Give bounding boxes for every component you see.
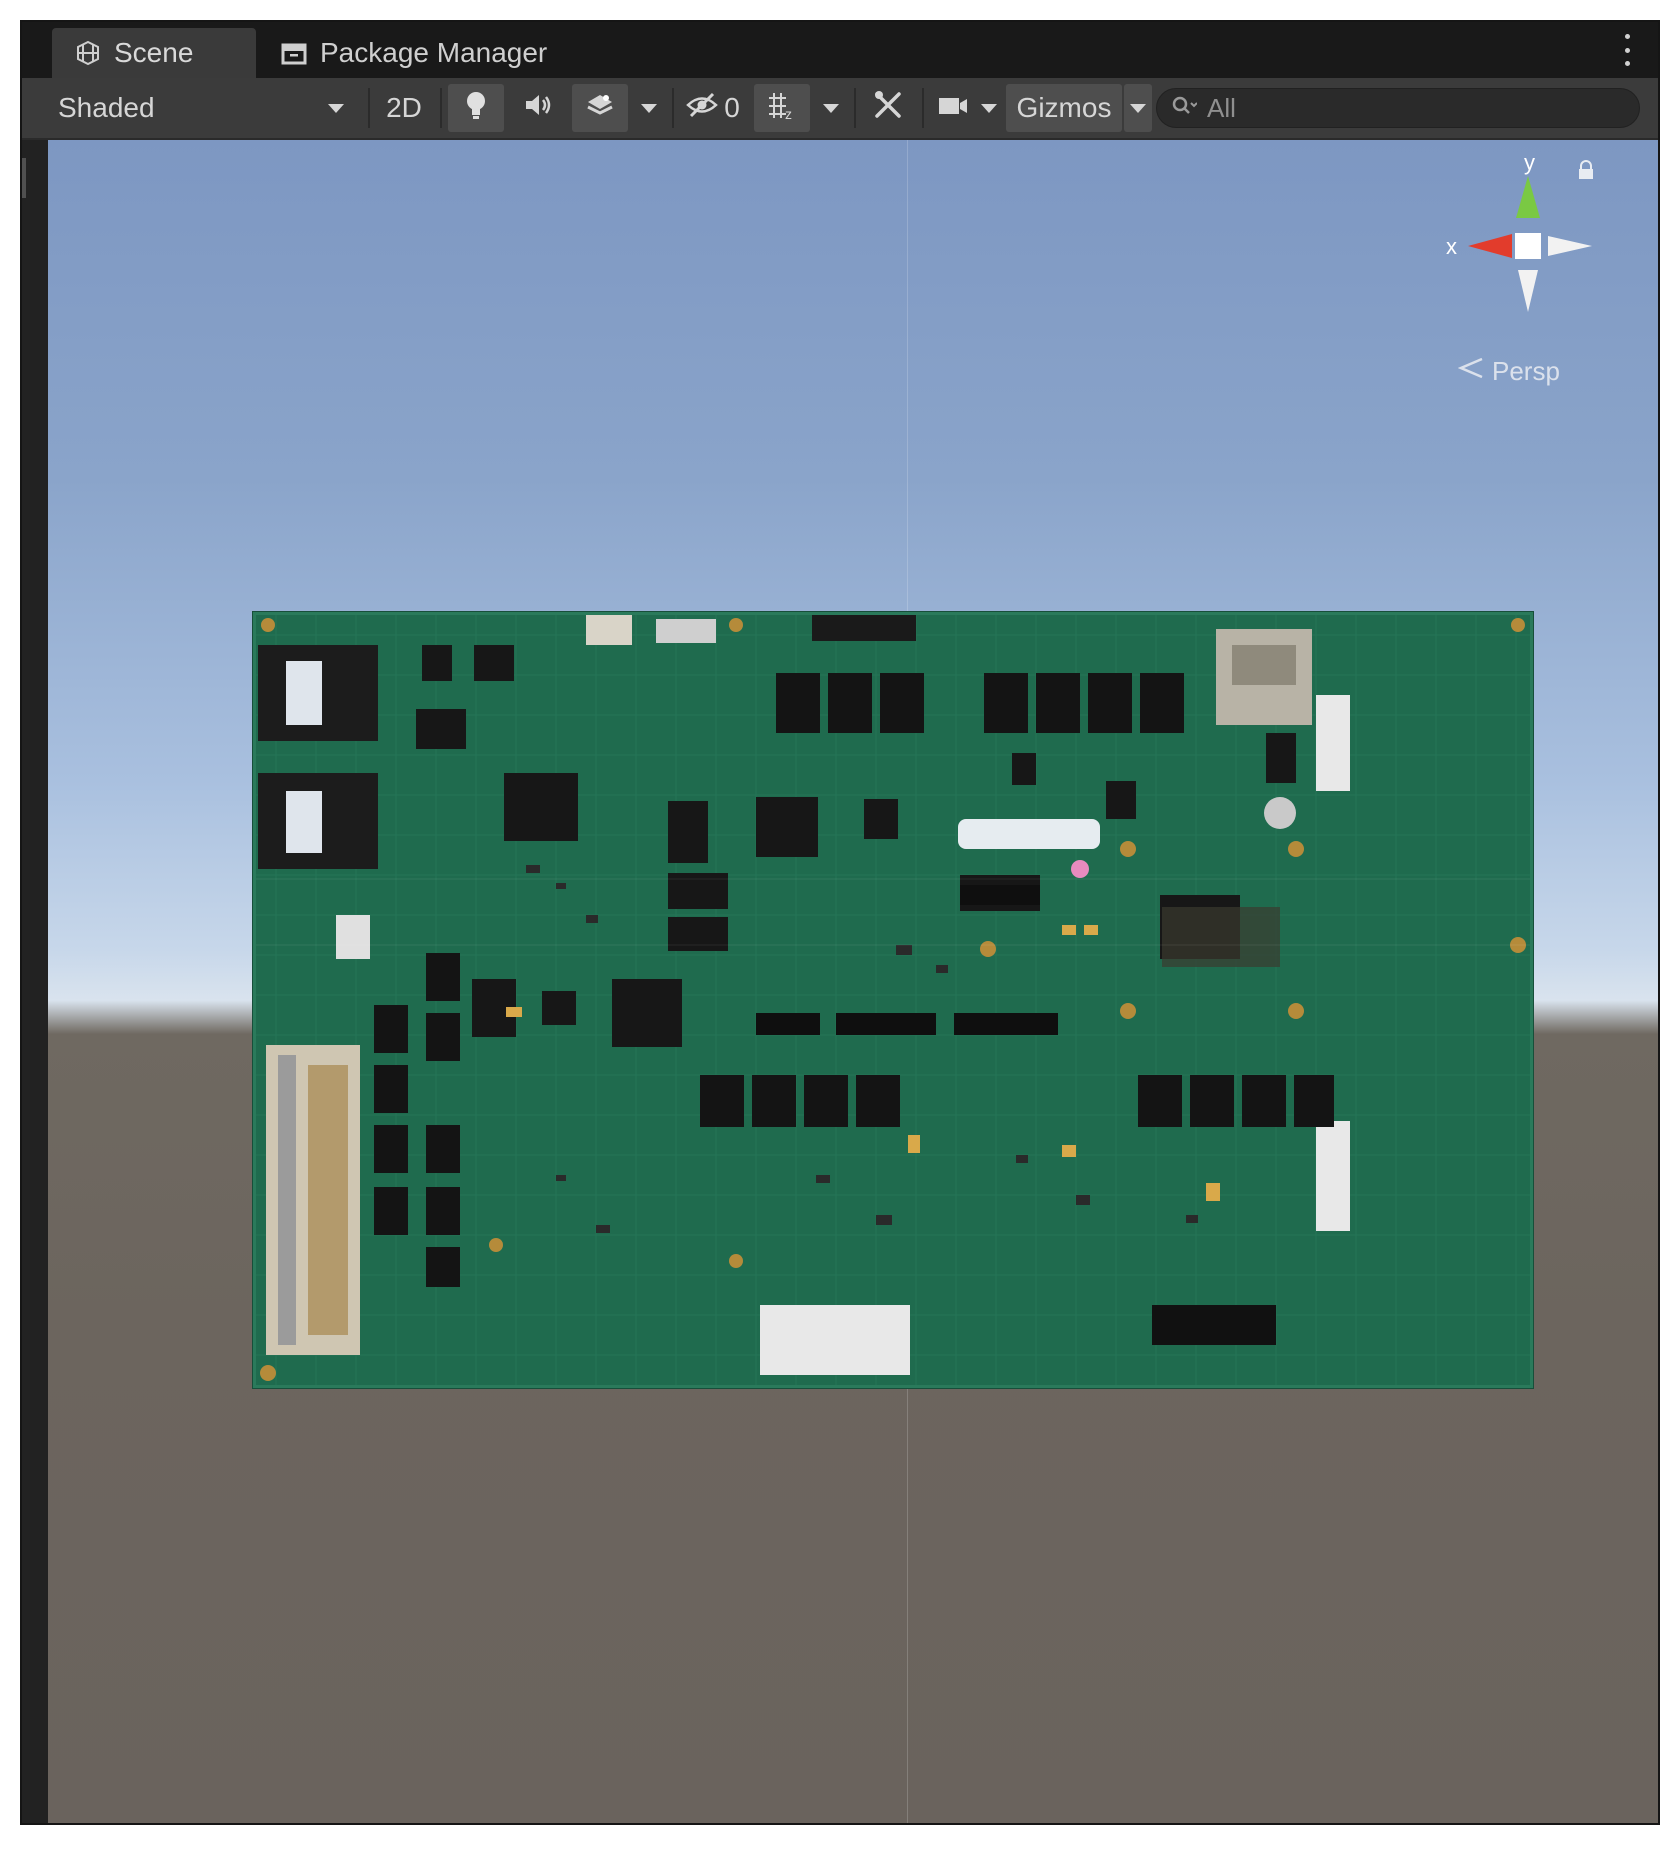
scene-search-field[interactable] — [1156, 88, 1640, 128]
chevron-down-icon — [981, 103, 997, 113]
camera-icon — [937, 92, 969, 124]
draw-mode-dropdown[interactable]: Shaded — [50, 84, 360, 132]
toolbar-divider — [854, 88, 856, 128]
toggle-2d-button[interactable]: 2D — [374, 84, 434, 132]
scene-grid-icon — [74, 39, 102, 67]
gizmo-center-cube[interactable] — [1515, 233, 1541, 259]
toolbar-divider — [440, 88, 442, 128]
eye-hidden-icon — [686, 92, 719, 125]
toolbar-divider — [672, 88, 674, 128]
toggle-2d-label: 2D — [386, 92, 422, 123]
axis-x-label: x — [1446, 234, 1457, 259]
axis-x-arrow[interactable] — [1468, 234, 1512, 258]
axis-y-arrow[interactable] — [1516, 176, 1540, 218]
perspective-icon — [1457, 356, 1484, 387]
lock-icon[interactable] — [1577, 160, 1595, 180]
tab-package-manager-label: Package Manager — [320, 37, 548, 68]
draw-mode-value: Shaded — [58, 92, 155, 123]
projection-label: Persp — [1492, 356, 1560, 386]
gizmos-label: Gizmos — [1016, 92, 1112, 123]
axis-y-label: y — [1524, 150, 1535, 175]
scene-visibility-button[interactable]: 0 — [678, 84, 748, 132]
projection-toggle[interactable]: Persp — [1457, 356, 1560, 387]
tab-package-manager[interactable]: Package Manager — [258, 28, 598, 78]
scene-toolbar: Shaded 2D 0 z Gizmos All — [22, 78, 1658, 140]
orientation-gizmo[interactable]: y x — [1428, 146, 1628, 346]
unity-scene-window: Scene Package Manager Shaded 2D 0 z Gizm… — [20, 20, 1660, 1825]
axis-neg-x-arrow[interactable] — [1548, 236, 1592, 256]
chevron-down-icon — [328, 103, 344, 113]
chevron-down-icon — [1130, 103, 1146, 113]
speaker-icon — [523, 92, 553, 125]
chevron-down-icon — [823, 103, 839, 113]
chevron-down-icon — [641, 103, 657, 113]
toolbar-divider — [922, 88, 924, 128]
circuit-board-texture — [256, 615, 1530, 1385]
search-input[interactable] — [1205, 91, 1609, 125]
audio-toggle-button[interactable] — [510, 84, 566, 132]
left-edge-strip — [22, 140, 48, 1823]
package-icon — [280, 39, 308, 67]
hidden-objects-count: 0 — [724, 92, 740, 123]
tools-icon — [873, 90, 903, 127]
lighting-toggle-button[interactable] — [448, 84, 504, 132]
grid-icon: z — [766, 90, 798, 127]
gizmos-button[interactable]: Gizmos — [1006, 84, 1122, 132]
grid-dropdown-button[interactable] — [814, 84, 848, 132]
effects-toggle-button[interactable] — [572, 84, 628, 132]
grid-toggle-button[interactable]: z — [754, 84, 810, 132]
tab-scene-label: Scene — [114, 37, 194, 68]
svg-text:z: z — [785, 106, 792, 120]
toolbar-divider — [368, 88, 370, 128]
effects-dropdown-button[interactable] — [632, 84, 666, 132]
axis-neg-y-arrow[interactable] — [1518, 270, 1538, 312]
gizmos-dropdown-button[interactable] — [1124, 84, 1152, 132]
tab-bar: Scene Package Manager — [22, 22, 1658, 78]
search-icon — [1171, 95, 1198, 122]
more-options-icon[interactable] — [1622, 34, 1632, 66]
tab-scene[interactable]: Scene — [52, 28, 256, 78]
tools-button[interactable] — [860, 84, 916, 132]
circuit-board-object[interactable] — [253, 612, 1533, 1388]
effects-layers-icon — [585, 91, 615, 126]
lightbulb-icon — [463, 90, 489, 127]
camera-dropdown-button[interactable] — [974, 84, 1004, 132]
camera-settings-button[interactable] — [928, 84, 978, 132]
scene-viewport[interactable]: y x Persp — [48, 140, 1658, 1823]
